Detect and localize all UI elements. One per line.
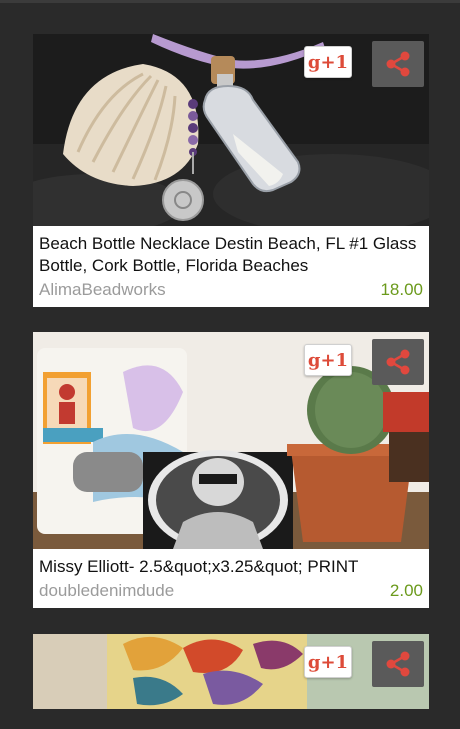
product-meta: doubledenimdude 2.00 — [33, 578, 429, 608]
share-button[interactable] — [372, 41, 424, 87]
product-card[interactable]: g+1 — [33, 634, 429, 709]
butterfly-photo — [33, 634, 429, 709]
product-image[interactable]: g+1 — [33, 34, 429, 226]
product-image[interactable]: g+1 — [33, 332, 429, 549]
product-title[interactable]: Beach Bottle Necklace Destin Beach, FL #… — [33, 226, 429, 277]
product-title[interactable]: Missy Elliott- 2.5&quot;x3.25&quot; PRIN… — [33, 549, 429, 578]
google-plus-one-button[interactable]: g+1 — [304, 46, 352, 78]
product-image[interactable]: g+1 — [33, 634, 429, 709]
print-photo — [33, 332, 429, 549]
product-meta: AlimaBeadworks 18.00 — [33, 277, 429, 307]
google-plus-one-button[interactable]: g+1 — [304, 344, 352, 376]
necklace-photo — [33, 34, 429, 226]
share-button[interactable] — [372, 339, 424, 385]
google-plus-icon: g+1 — [307, 651, 349, 673]
product-card[interactable]: g+1 Beach Bottle Necklace Destin Beach, … — [33, 34, 429, 307]
seller-name[interactable]: doubledenimdude — [39, 580, 174, 602]
share-icon — [386, 349, 410, 375]
google-plus-icon: g+1 — [307, 349, 349, 371]
google-plus-icon: g+1 — [307, 51, 349, 73]
seller-name[interactable]: AlimaBeadworks — [39, 279, 166, 301]
share-button[interactable] — [372, 641, 424, 687]
product-price: 2.00 — [389, 581, 423, 600]
product-card[interactable]: g+1 Missy Elliott- 2.5&quot;x3.25&quot; … — [33, 332, 429, 608]
google-plus-one-button[interactable]: g+1 — [304, 646, 352, 678]
share-icon — [386, 651, 410, 677]
product-feed[interactable]: g+1 Beach Bottle Necklace Destin Beach, … — [0, 0, 460, 729]
product-price: 18.00 — [380, 280, 423, 299]
share-icon — [386, 51, 410, 77]
